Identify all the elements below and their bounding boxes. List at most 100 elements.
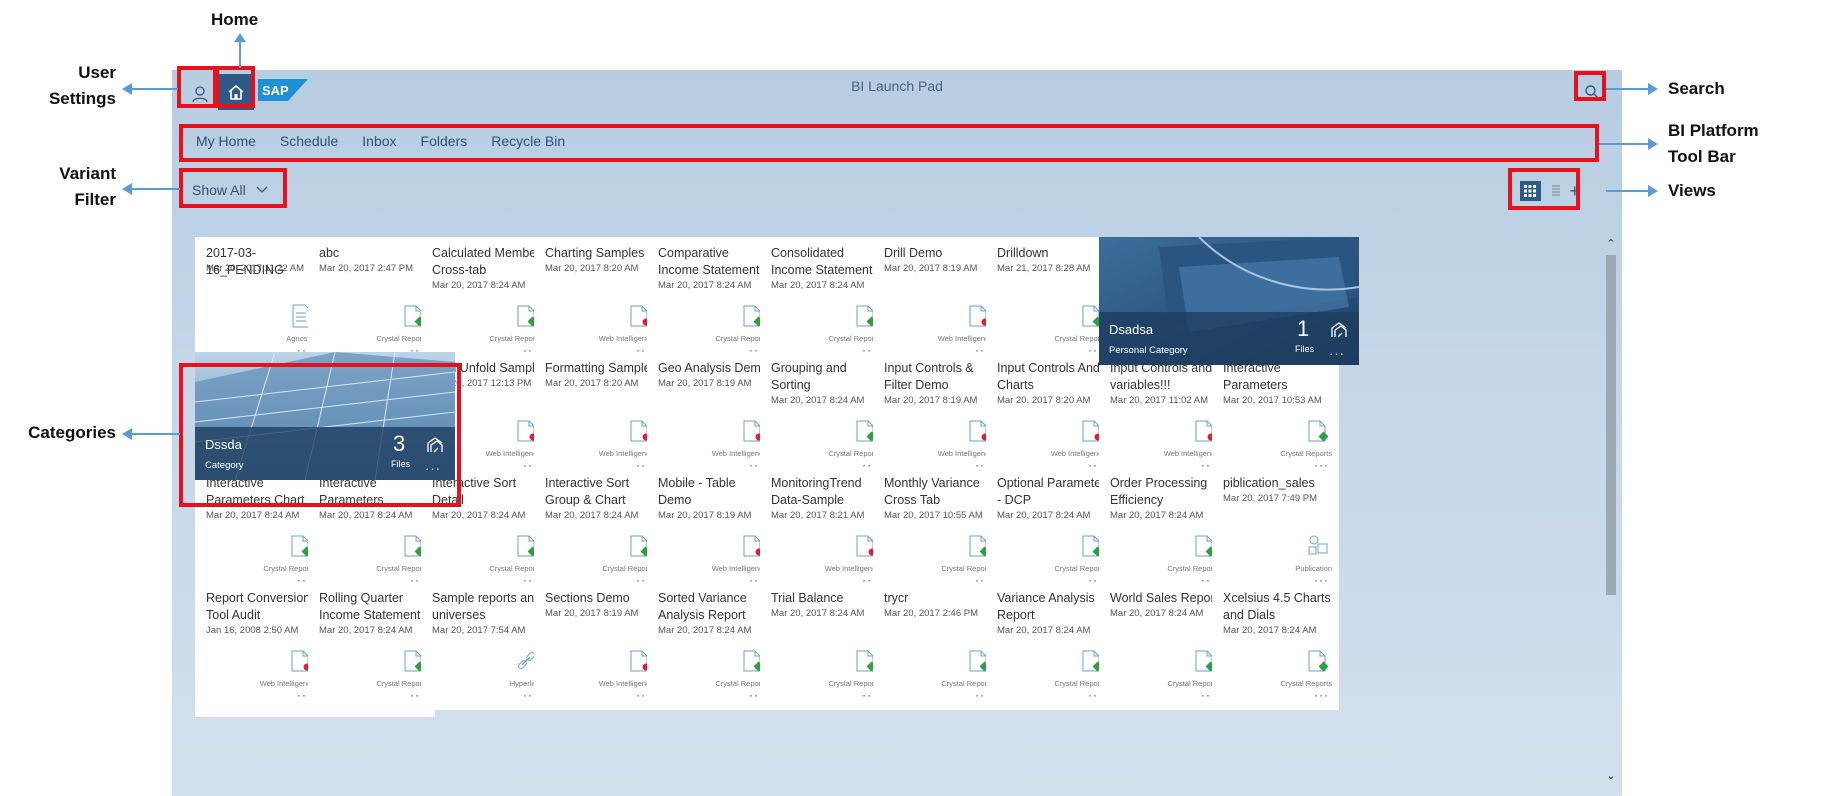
grid-view-button[interactable] — [1520, 181, 1541, 201]
toolbar-my-home[interactable]: My Home — [196, 133, 256, 149]
tile-title: Trial Balance — [771, 591, 844, 605]
document-tile[interactable]: Grouping and Sorting Mar 20, 2017 8:24 AM… — [760, 352, 887, 480]
document-tile[interactable]: abc Mar 20, 2017 2:47 PM Crystal Reports ··… — [308, 237, 435, 365]
document-tile[interactable]: Charting Samples Mar 20, 2017 8:20 AM Web … — [534, 237, 661, 365]
document-tile[interactable]: Report Conversion Tool Audit Jan 16, 2008… — [195, 582, 322, 710]
document-tile[interactable]: trycr Mar 20, 2017 2:46 PM Crystal Reports… — [873, 582, 1000, 710]
tile-date: Mar 20, 2017 8:24 AM — [319, 625, 413, 636]
document-tile[interactable]: piblication_sales Mar 20, 2017 7:49 PM Pub… — [1212, 467, 1339, 595]
crystal-report-icon — [1307, 648, 1329, 674]
tile-title: Input Controls & Filter Demo — [884, 361, 974, 392]
scroll-down-icon[interactable]: ⌄ — [1604, 769, 1618, 785]
more-icon[interactable]: ··· — [425, 461, 441, 476]
tile-title: Interactive Parameters — [1223, 361, 1288, 392]
add-button[interactable]: + — [1569, 181, 1580, 201]
scrollbar[interactable]: ⌃ ⌄ — [1604, 237, 1618, 785]
callout-user-settings: User Settings — [26, 60, 116, 112]
callout-views: Views — [1668, 181, 1716, 200]
document-tile[interactable]: Drill Demo Mar 20, 2017 8:19 AM Web Intell… — [873, 237, 1000, 365]
document-tile[interactable]: Input Controls And Charts Mar 20, 2017 8:… — [986, 352, 1113, 480]
tile-type: Web Intelligence — [259, 679, 315, 688]
tile-date: Mar 20, 2017 8:24 AM — [319, 510, 413, 521]
document-tile[interactable]: Drilldown Mar 21, 2017 8:28 AM Crystal Rep… — [986, 237, 1113, 365]
more-icon[interactable]: ··· — [1314, 688, 1329, 702]
document-tile[interactable]: Sections Demo Mar 20, 2017 8:19 AM Web Int… — [534, 582, 661, 710]
document-tile[interactable]: Input Controls & Filter Demo Mar 20, 2017… — [873, 352, 1000, 480]
tile-date: Mar 20, 2017 8:24 AM — [1110, 608, 1204, 619]
tile-date: Mar 20, 2017 11:02 AM — [1110, 395, 1209, 406]
tile-title: abc — [319, 246, 340, 260]
tile-date: Mar 20, 2017 8:24 AM — [206, 510, 300, 521]
more-icon[interactable]: ··· — [1329, 346, 1345, 361]
document-tile[interactable]: 2017-03-16_PENDING Mar 20, 2017 11:22 AM A… — [195, 237, 322, 365]
category-tile[interactable]: Dssda Category 3 Files ··· — [195, 352, 455, 480]
tile-date: Mar 20, 2017 8:24 AM — [432, 280, 526, 291]
variant-filter[interactable]: Show All — [184, 178, 268, 202]
document-tile[interactable]: Interactive Parameters Mar 20, 2017 10:53… — [1212, 352, 1339, 480]
bi-platform-toolbar: My Home Schedule Inbox Folders Recycle B… — [182, 125, 1592, 157]
toolbar-folders[interactable]: Folders — [421, 133, 468, 149]
tile-date: Mar 20, 2017 2:47 PM — [319, 263, 413, 274]
annotated-screenshot: SAP BI Launch Pad My Home Schedule Inbox… — [0, 0, 1844, 796]
document-tile[interactable]: Calculated Member Cross-tab Mar 20, 2017 … — [421, 237, 548, 365]
document-tile[interactable]: MonitoringTrend Data-Sample Mar 20, 2017 … — [760, 467, 887, 595]
document-tile[interactable]: Sample reports and universes Mar 20, 2017… — [421, 582, 548, 710]
tile-type: Web Intelligence — [598, 679, 654, 688]
tile-title: trycr — [884, 591, 909, 605]
tile-type: Crystal Reports — [1280, 679, 1332, 688]
arrowhead-views — [1648, 185, 1658, 197]
document-tile[interactable]: Rolling Quarter Income Statement Mar 20, … — [308, 582, 435, 710]
tile-date: Mar 20, 2017 10:53 AM — [1223, 395, 1322, 406]
category-band: Dsadsa Personal Category 1 Files ··· — [1099, 312, 1359, 365]
search-button[interactable] — [1574, 74, 1610, 110]
document-tile[interactable]: Interactive Parameters Chart Mar 20, 2017… — [195, 467, 322, 595]
document-tile[interactable]: Interactive Parameters Mar 20, 2017 8:24 … — [308, 467, 435, 595]
document-tile[interactable]: Order Processing Efficiency Mar 20, 2017 … — [1099, 467, 1226, 595]
callout-toolbar-line2: Tool Bar — [1668, 147, 1736, 166]
document-tile[interactable]: Interactive Sort Detail Mar 20, 2017 8:24… — [421, 467, 548, 595]
document-tile[interactable]: Monthly Variance Cross Tab Mar 20, 2017 1… — [873, 467, 1000, 595]
tile-title: Interactive Parameters — [319, 476, 384, 507]
category-tile[interactable]: Dsadsa Personal Category 1 Files ··· — [1099, 237, 1359, 365]
app-title: BI Launch Pad — [851, 78, 943, 94]
tile-title: Formatting Sample — [545, 361, 651, 375]
document-tile[interactable]: Consolidated Income Statement Mar 20, 201… — [760, 237, 887, 365]
tile-title: Report Conversion Tool Audit — [206, 591, 311, 622]
tile-title: Geo Analysis Demo — [658, 361, 768, 375]
toolbar-schedule[interactable]: Schedule — [280, 133, 338, 149]
document-tile-partial[interactable] — [195, 697, 322, 717]
callout-home: Home — [211, 10, 259, 29]
document-tile[interactable]: Comparative Income Statement Mar 20, 2017… — [647, 237, 774, 365]
toolbar-inbox[interactable]: Inbox — [362, 133, 396, 149]
document-tile[interactable]: Variance Analysis Report Mar 20, 2017 8:2… — [986, 582, 1113, 710]
document-tile[interactable]: Formatting Sample Mar 20, 2017 8:20 AM Web… — [534, 352, 661, 480]
publication-icon — [1307, 533, 1329, 559]
toolbar-recycle-bin[interactable]: Recycle Bin — [491, 133, 565, 149]
tile-date: Jan 16, 2008 2:50 AM — [206, 625, 299, 636]
tile-title: Drill Demo — [884, 246, 943, 260]
category-file-count: 3 — [393, 431, 406, 456]
category-icon — [1331, 322, 1347, 338]
list-view-button[interactable] — [1545, 181, 1566, 201]
arrow-user-settings — [130, 88, 178, 90]
arrowhead-categories — [122, 428, 132, 440]
document-tile-partial[interactable] — [308, 697, 435, 717]
document-tile[interactable]: Xcelsius 4.5 Charts and Dials Mar 20, 201… — [1212, 582, 1339, 710]
category-files-label: Files — [1295, 344, 1315, 354]
document-tile[interactable]: Geo Analysis Demo Mar 20, 2017 8:19 AM Web… — [647, 352, 774, 480]
scroll-thumb[interactable] — [1606, 255, 1616, 595]
document-tile[interactable]: Trial Balance Mar 20, 2017 8:24 AM Crystal… — [760, 582, 887, 710]
tile-date: Mar 20, 2017 8:19 AM — [658, 378, 752, 389]
document-tile[interactable]: World Sales Report Mar 20, 2017 8:24 AM Cr… — [1099, 582, 1226, 710]
tile-title: Charting Samples — [545, 246, 645, 260]
document-tile[interactable]: Mobile - Table Demo Mar 20, 2017 8:19 AM W… — [647, 467, 774, 595]
tile-type: Web Intelligence — [937, 334, 993, 343]
arrow-home — [239, 40, 241, 68]
callout-variant-filter: Variant Filter — [26, 161, 116, 213]
document-tile[interactable]: Sorted Variance Analysis Report Mar 20, 2… — [647, 582, 774, 710]
category-icon — [427, 437, 443, 453]
document-tile[interactable]: Interactive Sort Group & Chart Mar 20, 20… — [534, 467, 661, 595]
scroll-up-icon[interactable]: ⌃ — [1604, 237, 1618, 253]
document-tile[interactable]: Optional Parameter - DCP Mar 20, 2017 8:2… — [986, 467, 1113, 595]
document-tile[interactable]: Input Controls and variables!!! Mar 20, 2… — [1099, 352, 1226, 480]
